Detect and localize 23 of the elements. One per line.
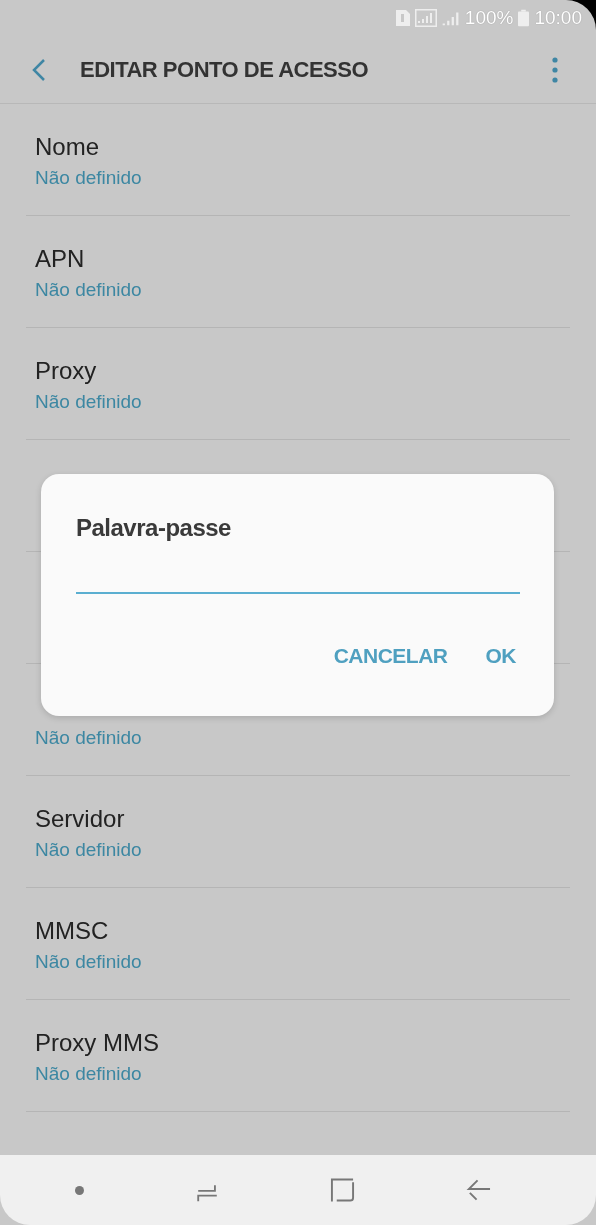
setting-title[interactable]: Servidor: [35, 804, 570, 834]
back-icon[interactable]: [465, 1177, 491, 1203]
dialog-title: Palavra-passe: [76, 514, 232, 542]
setting-value: Não definido: [35, 166, 143, 190]
setting-title[interactable]: MMSC: [35, 916, 570, 946]
setting-value: Não definido: [35, 726, 143, 750]
setting-title[interactable]: APN: [35, 244, 570, 274]
more-options-icon[interactable]: [552, 56, 558, 83]
home-icon[interactable]: [330, 1177, 356, 1203]
battery-icon: [518, 9, 530, 27]
dot-icon: [75, 1185, 85, 1195]
setting-title[interactable]: Proxy MMS: [35, 1028, 570, 1058]
screen-title: EDITAR PONTO DE ACESSO: [80, 56, 370, 83]
back-icon[interactable]: [32, 57, 46, 82]
setting-title[interactable]: Nome: [35, 132, 570, 162]
setting-value: Não definido: [35, 278, 143, 302]
sim-card-icon: [395, 10, 410, 26]
setting-value: Não definido: [35, 838, 143, 862]
setting-value: Não definido: [35, 390, 143, 414]
setting-title[interactable]: Proxy: [35, 356, 570, 386]
signal-icon: [414, 9, 437, 27]
setting-value: Não definido: [35, 1062, 143, 1086]
setting-value: Não definido: [35, 950, 143, 974]
